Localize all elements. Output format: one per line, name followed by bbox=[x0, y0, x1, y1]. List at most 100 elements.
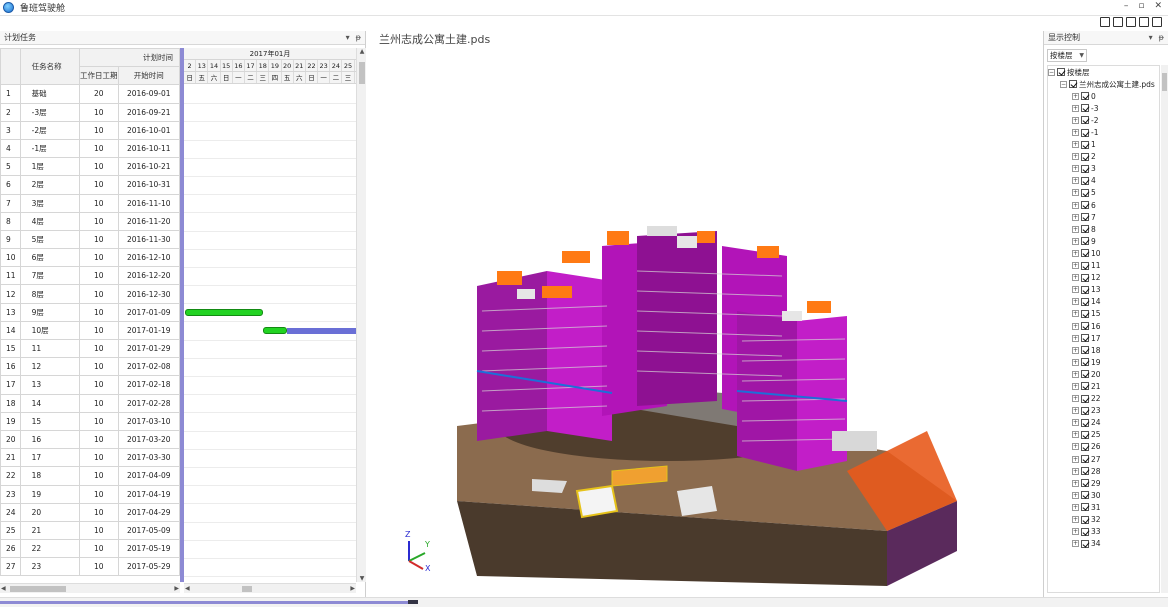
expand-icon[interactable]: + bbox=[1072, 237, 1079, 245]
layers-icon[interactable] bbox=[1152, 17, 1162, 27]
checkbox-icon[interactable] bbox=[1081, 273, 1089, 282]
expand-icon[interactable]: + bbox=[1072, 225, 1079, 233]
table-row[interactable]: 14 10层 10 2017-01-19 bbox=[0, 320, 181, 341]
tree-floor-item[interactable]: +15 bbox=[1048, 308, 1159, 320]
scroll-thumb[interactable] bbox=[242, 586, 252, 592]
expand-icon[interactable]: + bbox=[1072, 322, 1079, 330]
tree-floor-item[interactable]: +21 bbox=[1048, 380, 1159, 392]
tree-floor-item[interactable]: +6 bbox=[1048, 199, 1159, 211]
expand-icon[interactable]: + bbox=[1072, 491, 1079, 499]
header-work-days[interactable]: 工作日工期 bbox=[79, 66, 119, 86]
group-by-dropdown[interactable]: 按楼层 ▼ bbox=[1047, 49, 1087, 62]
tree-floor-item[interactable]: + -1 bbox=[1048, 126, 1159, 138]
tree-floor-item[interactable]: +20 bbox=[1048, 368, 1159, 380]
checkbox-icon[interactable] bbox=[1081, 176, 1089, 185]
table-row[interactable]: 18 14 10 2017-02-28 bbox=[0, 393, 181, 413]
expand-icon[interactable]: + bbox=[1072, 334, 1079, 342]
collapse-icon[interactable]: − bbox=[1060, 80, 1067, 88]
table-row[interactable]: 7 3层 10 2016-11-10 bbox=[0, 193, 181, 213]
checkbox-icon[interactable] bbox=[1081, 503, 1089, 512]
model-viewport[interactable]: 兰州志成公寓土建.pds Z Y X bbox=[367, 31, 1042, 597]
gantt-bar-progress[interactable] bbox=[263, 327, 287, 335]
tree-floor-item[interactable]: +3 bbox=[1048, 163, 1159, 175]
table-row[interactable]: 21 17 10 2017-03-30 bbox=[0, 448, 181, 468]
tree-floor-item[interactable]: +29 bbox=[1048, 477, 1159, 489]
view-side-icon[interactable] bbox=[1113, 17, 1123, 27]
tree-floor-item[interactable]: +33 bbox=[1048, 526, 1159, 538]
table-row[interactable]: 4 -1层 10 2016-10-11 bbox=[0, 138, 181, 159]
checkbox-icon[interactable] bbox=[1081, 358, 1089, 367]
panel-pin-icon[interactable]: ᵽ bbox=[356, 33, 361, 42]
checkbox-icon[interactable] bbox=[1081, 455, 1089, 464]
expand-icon[interactable]: + bbox=[1072, 310, 1079, 318]
scroll-right-icon[interactable]: ▶ bbox=[174, 584, 179, 594]
tree-floor-item[interactable]: +8 bbox=[1048, 223, 1159, 235]
table-row[interactable]: 8 4层 10 2016-11-20 bbox=[0, 211, 181, 231]
tree-floor-item[interactable]: +12 bbox=[1048, 272, 1159, 284]
checkbox-icon[interactable] bbox=[1057, 68, 1065, 77]
expand-icon[interactable]: + bbox=[1072, 528, 1079, 536]
expand-icon[interactable]: + bbox=[1072, 92, 1079, 100]
checkbox-icon[interactable] bbox=[1081, 491, 1089, 500]
checkbox-icon[interactable] bbox=[1081, 515, 1089, 524]
tree-floor-item[interactable]: +34 bbox=[1048, 538, 1159, 550]
collapse-icon[interactable]: − bbox=[1048, 68, 1055, 76]
tree-floor-item[interactable]: +23 bbox=[1048, 405, 1159, 417]
tree-floor-item[interactable]: +27 bbox=[1048, 453, 1159, 465]
expand-icon[interactable]: + bbox=[1072, 431, 1079, 439]
checkbox-icon[interactable] bbox=[1081, 140, 1089, 149]
tree-floor-item[interactable]: +17 bbox=[1048, 332, 1159, 344]
checkbox-icon[interactable] bbox=[1081, 527, 1089, 536]
expand-icon[interactable]: + bbox=[1072, 467, 1079, 475]
checkbox-icon[interactable] bbox=[1081, 346, 1089, 355]
table-row[interactable]: 6 2层 10 2016-10-31 bbox=[0, 175, 181, 195]
checkbox-icon[interactable] bbox=[1081, 418, 1089, 427]
tree-floor-item[interactable]: +28 bbox=[1048, 465, 1159, 477]
tree-floor-item[interactable]: +14 bbox=[1048, 296, 1159, 308]
expand-icon[interactable]: + bbox=[1072, 262, 1079, 270]
panel-menu-icon[interactable]: ▾ bbox=[1149, 33, 1153, 42]
checkbox-icon[interactable] bbox=[1081, 104, 1089, 113]
tree-floor-item[interactable]: +9 bbox=[1048, 235, 1159, 247]
expand-icon[interactable]: + bbox=[1072, 503, 1079, 511]
checkbox-icon[interactable] bbox=[1081, 382, 1089, 391]
expand-icon[interactable]: + bbox=[1072, 540, 1079, 548]
view-front-icon[interactable] bbox=[1100, 17, 1110, 27]
checkbox-icon[interactable] bbox=[1081, 539, 1089, 548]
checkbox-icon[interactable] bbox=[1081, 164, 1089, 173]
tree-floor-item[interactable]: +24 bbox=[1048, 417, 1159, 429]
expand-icon[interactable]: + bbox=[1072, 346, 1079, 354]
tree-floor-item[interactable]: +1 bbox=[1048, 139, 1159, 151]
table-row[interactable]: 1 基础 20 2016-09-01 bbox=[0, 84, 181, 104]
checkbox-icon[interactable] bbox=[1081, 430, 1089, 439]
scroll-left-icon[interactable]: ◀ bbox=[1, 584, 6, 594]
expand-icon[interactable]: + bbox=[1072, 395, 1079, 403]
tree-floor-item[interactable]: +30 bbox=[1048, 489, 1159, 501]
tree-floor-item[interactable]: +16 bbox=[1048, 320, 1159, 332]
expand-icon[interactable]: + bbox=[1072, 382, 1079, 390]
tree-project[interactable]: − 兰州志成公寓土建.pds bbox=[1048, 78, 1159, 90]
table-row[interactable]: 25 21 10 2017-05-09 bbox=[0, 520, 181, 541]
scroll-right-icon[interactable]: ▶ bbox=[350, 584, 355, 594]
panel-menu-icon[interactable]: ▾ bbox=[346, 33, 350, 42]
tree-floor-item[interactable]: + -2 bbox=[1048, 114, 1159, 126]
expand-icon[interactable]: + bbox=[1072, 443, 1079, 451]
tree-floor-item[interactable]: +5 bbox=[1048, 187, 1159, 199]
checkbox-icon[interactable] bbox=[1081, 249, 1089, 258]
checkbox-icon[interactable] bbox=[1081, 261, 1089, 270]
table-row[interactable]: 12 8层 10 2016-12-30 bbox=[0, 284, 181, 304]
expand-icon[interactable]: + bbox=[1072, 516, 1079, 524]
table-row[interactable]: 13 9层 10 2017-01-09 bbox=[0, 302, 181, 322]
tree-floor-item[interactable]: + -3 bbox=[1048, 102, 1159, 114]
minimize-button[interactable]: – bbox=[1124, 1, 1129, 11]
checkbox-icon[interactable] bbox=[1081, 237, 1089, 246]
view-top-icon[interactable] bbox=[1126, 17, 1136, 27]
checkbox-icon[interactable] bbox=[1081, 152, 1089, 161]
scroll-thumb[interactable] bbox=[1162, 73, 1167, 91]
tree-floor-item[interactable]: +25 bbox=[1048, 429, 1159, 441]
table-row[interactable]: 11 7层 10 2016-12-20 bbox=[0, 266, 181, 286]
expand-icon[interactable]: + bbox=[1072, 249, 1079, 257]
checkbox-icon[interactable] bbox=[1081, 370, 1089, 379]
table-row[interactable]: 2 -3层 10 2016-09-21 bbox=[0, 102, 181, 122]
building-model[interactable]: Z Y X bbox=[367, 31, 1042, 597]
